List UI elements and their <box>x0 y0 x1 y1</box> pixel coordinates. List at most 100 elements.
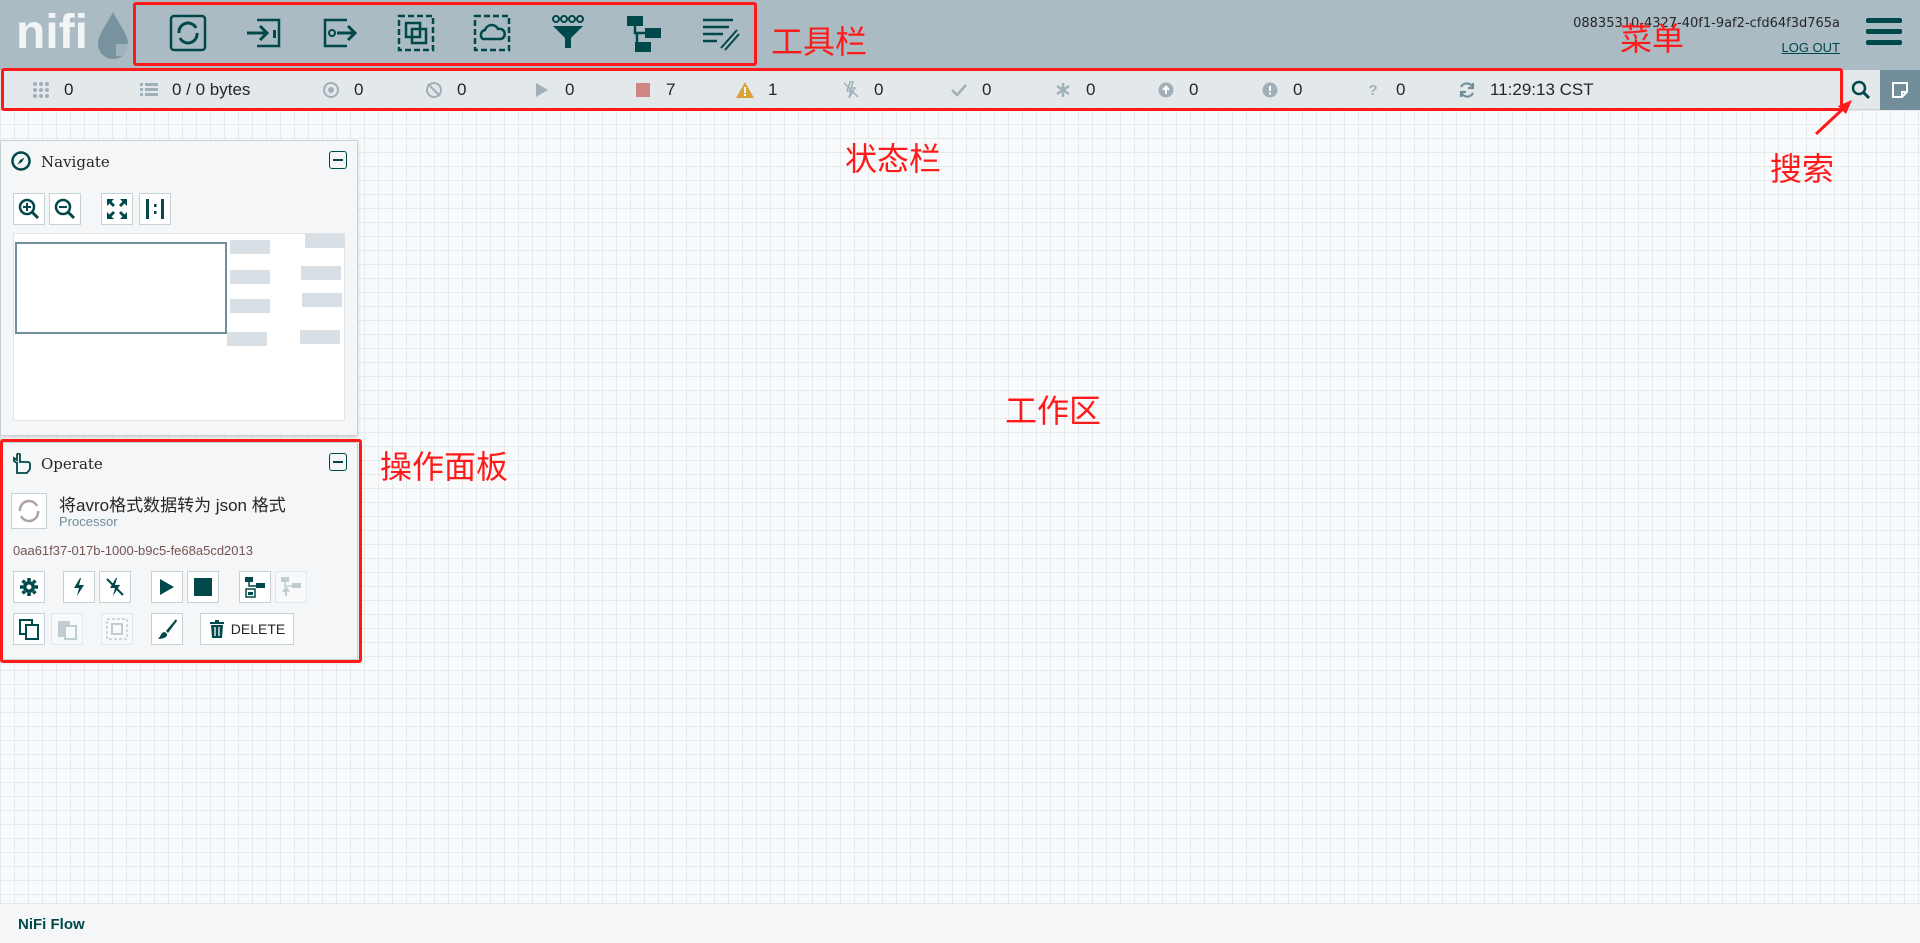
birdseye-viewport[interactable] <box>15 242 227 334</box>
navigate-collapse-button[interactable] <box>329 151 347 169</box>
selected-component-name: 将avro格式数据转为 json 格式 <box>59 496 286 515</box>
locally-modified-value: 0 <box>1086 80 1096 99</box>
funnel-icon[interactable] <box>545 10 591 56</box>
hand-pointer-icon <box>11 452 31 474</box>
minimap-component <box>230 270 270 284</box>
workspace-annotation: 工作区 <box>1005 392 1102 430</box>
logo-text: nifi <box>16 6 88 59</box>
active-threads-value: 0 <box>64 80 74 99</box>
paste-button[interactable] <box>51 613 83 645</box>
sync-failure-value: 0 <box>1293 80 1303 99</box>
bulletin-board-button[interactable] <box>1880 70 1920 110</box>
birdseye-view[interactable] <box>13 233 345 421</box>
minimap-component <box>227 332 267 346</box>
stopped-value: 7 <box>666 80 676 99</box>
stale-stat: 0 <box>1157 70 1198 110</box>
zoom-out-icon <box>54 198 76 220</box>
question-icon: ? <box>1368 81 1378 99</box>
queued-stat: 0 / 0 bytes <box>140 70 250 110</box>
zoom-in-icon <box>18 198 40 220</box>
fit-button[interactable] <box>101 193 133 225</box>
arrow-up-circle-icon <box>1157 81 1175 99</box>
disabled-icon <box>842 81 860 99</box>
queued-list-icon <box>140 81 158 99</box>
toolbar-annotation: 工具栏 <box>771 23 868 61</box>
current-user-id: 08835310-4327-40f1-9af2-cfd64f3d765a <box>1573 16 1840 31</box>
minimap-component <box>300 330 340 344</box>
refresh-icon[interactable] <box>1458 81 1476 99</box>
invalid-value: 1 <box>768 80 778 99</box>
enable-button[interactable] <box>63 571 95 603</box>
asterisk-icon <box>1054 81 1072 99</box>
up-to-date-value: 0 <box>982 80 992 99</box>
transmitting-stat: 0 <box>322 70 363 110</box>
change-color-button[interactable] <box>151 613 183 645</box>
zoom-out-button[interactable] <box>49 193 81 225</box>
group-icon <box>106 618 128 640</box>
process-group-icon[interactable] <box>393 10 439 56</box>
delete-label: DELETE <box>230 621 286 637</box>
logout-link[interactable]: LOG OUT <box>1781 40 1840 55</box>
warning-icon <box>736 81 754 99</box>
upload-template-icon <box>281 577 301 596</box>
stop-button[interactable] <box>187 571 219 603</box>
minimap-component <box>230 240 270 254</box>
output-port-icon[interactable] <box>317 10 363 56</box>
disable-button[interactable] <box>99 571 131 603</box>
start-button[interactable] <box>151 571 183 603</box>
transmitting-icon <box>322 81 340 99</box>
template-icon[interactable] <box>621 10 667 56</box>
copy-icon <box>19 619 39 640</box>
disabled-stat: 0 <box>842 70 883 110</box>
up-to-date-stat: 0 <box>950 70 991 110</box>
search-annotation-arrow <box>1814 100 1852 136</box>
not-transmitting-icon <box>425 81 443 99</box>
nifi-logo: nifi <box>16 6 131 64</box>
refresh-stat[interactable]: 11:29:13 CST <box>1458 70 1594 110</box>
expand-icon <box>107 199 127 219</box>
queued-value: 0 / 0 bytes <box>172 80 251 99</box>
running-value: 0 <box>565 80 575 99</box>
stopped-stat: 7 <box>634 70 675 110</box>
operate-panel-annotation: 操作面板 <box>380 448 509 486</box>
processor-icon[interactable] <box>165 10 211 56</box>
not-transmitting-stat: 0 <box>425 70 466 110</box>
disable-lightning-icon <box>106 578 124 596</box>
breadcrumb-root[interactable]: NiFi Flow <box>18 916 85 933</box>
minimap-component <box>302 293 342 307</box>
breadcrumb-bar: NiFi Flow <box>0 903 1920 943</box>
status-bar: 0 0 / 0 bytes 0 0 0 7 1 0 0 0 0 0 ? 0 11… <box>0 70 1920 110</box>
threads-icon <box>32 81 50 99</box>
create-template-button[interactable] <box>239 571 271 603</box>
actual-size-button[interactable] <box>139 193 171 225</box>
unknown-stat: ? 0 <box>1364 70 1405 110</box>
configure-button[interactable] <box>13 571 45 603</box>
operate-panel: Operate 将avro格式数据转为 json 格式 Processor 0a… <box>0 442 358 660</box>
paste-icon <box>58 621 77 640</box>
stopped-icon <box>634 81 652 99</box>
menu-annotation: 菜单 <box>1620 20 1685 58</box>
running-stat: 0 <box>533 70 574 110</box>
template-icon <box>245 577 265 598</box>
exclamation-circle-icon <box>1261 81 1279 99</box>
upload-template-button[interactable] <box>275 571 307 603</box>
selected-component-id: 0aa61f37-017b-1000-b9c5-fe68a5cd2013 <box>13 543 253 558</box>
invalid-stat: 1 <box>736 70 777 110</box>
actual-size-icon <box>146 199 164 219</box>
operate-collapse-button[interactable] <box>329 453 347 471</box>
remote-process-group-icon[interactable] <box>469 10 515 56</box>
zoom-in-button[interactable] <box>13 193 45 225</box>
statusbar-annotation: 状态栏 <box>845 140 942 178</box>
delete-button[interactable]: DELETE <box>200 613 294 645</box>
selected-component-type: Processor <box>59 514 118 529</box>
lightning-icon <box>74 578 84 596</box>
active-threads-stat: 0 <box>32 70 73 110</box>
global-menu-button[interactable] <box>1866 18 1902 50</box>
input-port-icon[interactable] <box>241 10 287 56</box>
locally-modified-stat: 0 <box>1054 70 1095 110</box>
sync-failure-stat: 0 <box>1261 70 1302 110</box>
last-refreshed-value: 11:29:13 CST <box>1490 80 1594 99</box>
label-icon[interactable] <box>697 10 743 56</box>
group-button[interactable] <box>101 613 133 645</box>
copy-button[interactable] <box>13 613 45 645</box>
